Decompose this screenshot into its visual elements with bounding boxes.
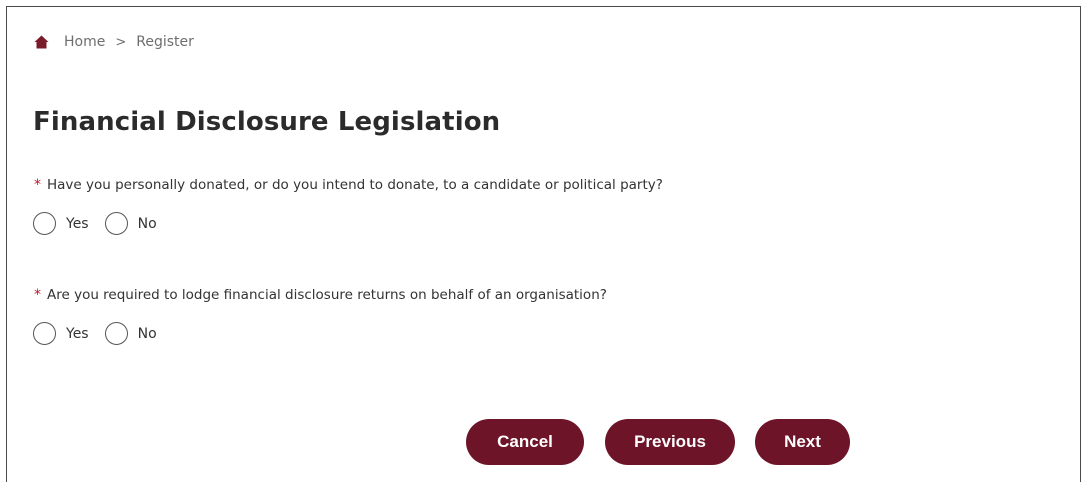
cancel-button[interactable]: Cancel	[466, 419, 584, 465]
radio-option-no[interactable]: No	[104, 212, 157, 235]
radio-group-disclosure-returns: Yes No	[33, 322, 173, 345]
required-marker: *	[34, 287, 41, 303]
radio-button[interactable]	[104, 322, 128, 345]
radio-label: Yes	[66, 215, 89, 232]
next-button[interactable]: Next	[755, 419, 850, 465]
radio-label: No	[137, 325, 157, 342]
question-text: Are you required to lodge financial disc…	[47, 287, 607, 303]
question-text: Have you personally donated, or do you i…	[47, 177, 663, 193]
breadcrumb-separator: >	[115, 34, 127, 50]
breadcrumb: Home > Register	[34, 34, 194, 50]
form-panel: Home > Register Financial Disclosure Leg…	[6, 6, 1081, 482]
radio-button[interactable]	[104, 212, 128, 235]
breadcrumb-home-link[interactable]: Home	[64, 34, 105, 50]
radio-option-yes[interactable]: Yes	[33, 212, 89, 235]
page-title: Financial Disclosure Legislation	[33, 107, 501, 137]
radio-button[interactable]	[33, 322, 56, 345]
radio-option-no[interactable]: No	[104, 322, 157, 345]
radio-label: No	[137, 215, 157, 232]
breadcrumb-current: Register	[136, 34, 194, 50]
radio-button[interactable]	[33, 212, 56, 235]
question-disclosure-returns: * Are you required to lodge financial dis…	[34, 287, 607, 303]
radio-label: Yes	[66, 325, 89, 342]
form-actions: Cancel Previous Next	[466, 419, 850, 465]
home-icon[interactable]	[34, 35, 49, 49]
radio-group-donation: Yes No	[33, 212, 173, 235]
radio-option-yes[interactable]: Yes	[33, 322, 89, 345]
previous-button[interactable]: Previous	[605, 419, 735, 465]
required-marker: *	[34, 177, 41, 193]
question-donation: * Have you personally donated, or do you …	[34, 177, 663, 193]
